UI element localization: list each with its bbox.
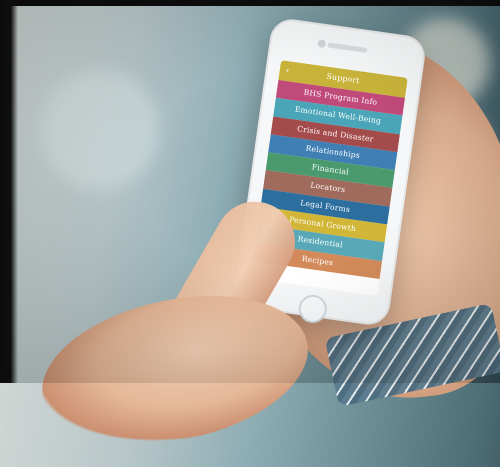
menu-item-label: Locators: [309, 180, 346, 195]
earpiece-speaker: [327, 42, 368, 53]
top-black-strip: [0, 0, 500, 6]
front-camera: [317, 39, 327, 49]
left-black-strip: [0, 0, 18, 383]
menu-item-label: Residential: [297, 234, 344, 250]
background-bokeh: [40, 70, 160, 190]
back-icon[interactable]: ‹: [284, 61, 291, 81]
menu-item-label: Recipes: [301, 253, 334, 267]
menu-item-label: Financial: [311, 162, 350, 177]
menu-item-label: Relationships: [305, 143, 361, 160]
header-title: Support: [326, 71, 361, 86]
menu-item-label: Legal Forms: [299, 198, 351, 214]
